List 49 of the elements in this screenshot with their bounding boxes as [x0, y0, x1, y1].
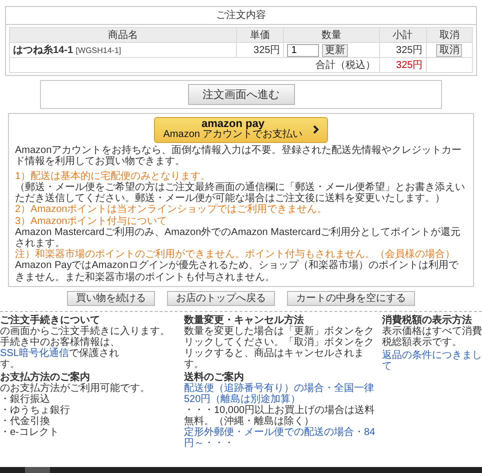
intro-text: Amazonアカウントをお持ちなら、面倒な情報入力は不要。登録された配送先情報やクレジットカード情報を利用してお買い物できます。: [15, 144, 463, 167]
horizontal-scrollbar[interactable]: [0, 467, 482, 473]
note-text: Amazon Mastercardご利用のみ、Amazon外でのAmazon Mastercardご利用分としてポイントが還元されます。: [15, 226, 462, 249]
total-cell: 325円: [379, 58, 426, 72]
order-title: ご注文内容: [6, 7, 476, 25]
column-header: 商品名: [10, 28, 236, 42]
note-text: （郵送・メール便をご希望の方はご注文最終画面の通信欄に「郵送・メール便希望」とお書き添えいただき送信してください。郵送・メール便が可能な場合はご注文後に送料を変更いたします。）: [15, 182, 466, 204]
footer-text: 手続き中のお客様情報は、 SSL暗号化通信で保護され: [0, 336, 121, 359]
footer-text: の画面からご注文手続きに入ります。: [0, 326, 171, 337]
footer-text: ・・・10,000円以上お買上げの場合は送料無料。（沖縄・離島は除く）: [184, 404, 376, 427]
footer-text: ・代金引換: [0, 416, 51, 427]
footer-text: す。: [0, 358, 21, 370]
note-text: Amazon PayではAmazonログインが優先されるため、ショップ（和楽器市場）のポイントは利用できません。また和楽器市場のポイントも付与されません。: [15, 260, 460, 283]
footer-text: のお支払方法がご利用可能です。: [0, 382, 151, 394]
proceed-button[interactable]: 注文画面へ進む: [188, 84, 294, 105]
footer-heading: ご注文手続きについて: [0, 314, 101, 326]
footer-text: 数量を変更した場合は「更新」ボタンをクリックしてください。「取消」ボタンをクリックすると、商品はキャンセルされます。: [184, 326, 375, 370]
cart-button[interactable]: お店のトップへ戻る: [167, 290, 275, 306]
quantity-field[interactable]: 1: [287, 44, 320, 56]
footer-text: 表示価格はすべて消費税総額表示です。: [382, 326, 482, 348]
cart-button[interactable]: 買い物を続ける: [67, 290, 155, 306]
notice-text: 3）Amazonポイント付与について: [15, 216, 168, 227]
footer-heading: 数量変更・キャンセル方法: [184, 314, 304, 326]
footer-heading: 消費税額の表示方法: [382, 314, 472, 326]
footer-link[interactable]: 配送便（追跡番号有り）の場合・全国一律520円（離島は別途加算）: [184, 382, 376, 405]
cancel-button[interactable]: 取消: [436, 44, 462, 56]
update-button[interactable]: 更新: [322, 44, 348, 56]
footer-link[interactable]: SSL暗号化通信: [0, 348, 69, 359]
column-header: 取消: [426, 28, 472, 42]
footer-heading: お支払方法のご案内: [0, 372, 90, 383]
footer-text: ・e-コレクト: [0, 426, 60, 438]
price-cell: 325円: [236, 42, 284, 58]
notice-text: 1）配送は基本的に宅配便のみとなります。: [15, 170, 212, 182]
notice-text: 注）和楽器市場のポイントのご利用ができません。ポイント付与もされません。（会員様の場合）: [15, 249, 456, 260]
product-name-cell: はつね糸14-1 [WGSH14-1]: [10, 42, 236, 58]
column-header: 小計: [379, 28, 426, 42]
footer-link[interactable]: 定形外郵便・メール便での配送の場合・84円～・・・: [184, 426, 376, 449]
subtotal-cell: 325円: [379, 42, 426, 58]
notice-text: 2）Amazonポイントは当オンラインショップではご利用できません。: [15, 204, 328, 216]
total-label-cell: 合計（税込）: [10, 58, 379, 72]
footer-heading: 送料のご案内: [184, 372, 244, 383]
amazon-pay-button[interactable]: amazon pay Amazon アカウントでお支払い: [154, 117, 328, 142]
column-header: 単価: [236, 28, 284, 42]
footer-text: ・ゆうちょ銀行: [0, 404, 71, 416]
cart-button[interactable]: カートの中身を空にする: [287, 290, 415, 306]
column-header: 数量: [284, 28, 379, 42]
footer-link[interactable]: 返品の条件につきまして: [382, 350, 482, 372]
chevron-icon: [312, 125, 319, 134]
footer-text: ・銀行振込: [0, 394, 50, 405]
